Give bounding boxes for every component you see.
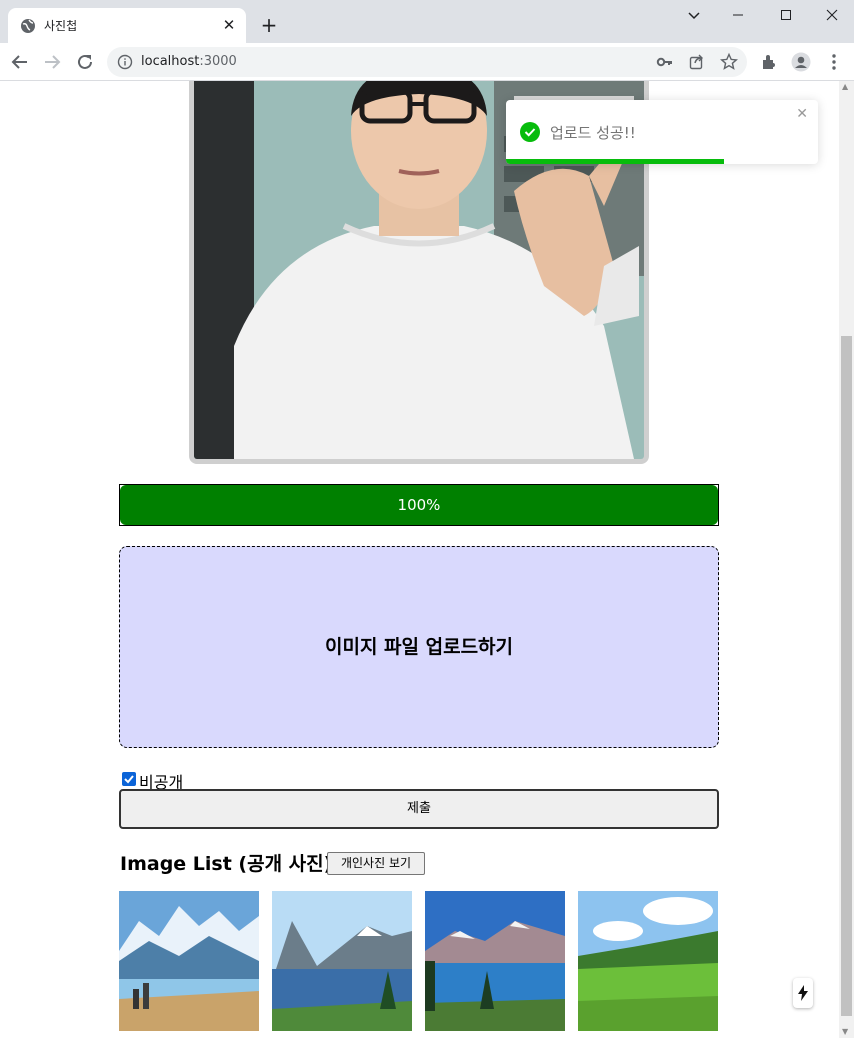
share-icon[interactable]: [687, 52, 707, 72]
back-icon[interactable]: [8, 50, 32, 74]
star-icon[interactable]: [719, 52, 739, 72]
info-icon[interactable]: [117, 54, 133, 70]
file-dropzone[interactable]: 이미지 파일 업로드하기: [119, 546, 719, 748]
lightning-icon[interactable]: [793, 978, 813, 1008]
scroll-up-arrow[interactable]: ▲: [842, 82, 848, 91]
toast-timer-bar: [506, 159, 725, 164]
submit-button[interactable]: 제출: [119, 789, 719, 829]
url-host: localhost: [141, 54, 200, 69]
window-close-icon[interactable]: [812, 3, 852, 29]
page-viewport: 100% 이미지 파일 업로드하기 비공개 제출 Image List (공개 …: [0, 81, 854, 1038]
image-thumbnail[interactable]: [119, 891, 259, 1031]
dropzone-label: 이미지 파일 업로드하기: [324, 636, 514, 658]
upload-progress-bar: 100%: [119, 484, 719, 526]
globe-icon: [20, 18, 36, 34]
browser-window: 사진첩 ✕ + localhost:3000 100% 이미지 파일 업로드하기…: [0, 0, 854, 1038]
success-toast: 업로드 성공!! ✕: [506, 100, 818, 164]
tab-active[interactable]: 사진첩 ✕: [8, 8, 246, 43]
plus-icon[interactable]: +: [258, 14, 280, 36]
tab-strip: 사진첩 ✕ +: [0, 0, 854, 43]
toast-close-icon[interactable]: ✕: [796, 106, 808, 122]
scroll-down-arrow[interactable]: ▼: [842, 1027, 848, 1036]
image-thumbnail[interactable]: [272, 891, 412, 1031]
private-checkbox[interactable]: [122, 772, 136, 786]
toolbar: localhost:3000: [0, 43, 854, 81]
chevron-down-icon[interactable]: [684, 6, 704, 26]
page-scrollbar[interactable]: ▲ ▼: [839, 81, 854, 1038]
minimize-icon[interactable]: [718, 3, 758, 29]
image-thumbnail[interactable]: [578, 891, 718, 1031]
extensions-icon[interactable]: [757, 50, 781, 74]
tab-title: 사진첩: [44, 19, 78, 33]
url-port: :3000: [199, 54, 237, 69]
progress-label: 100%: [397, 496, 441, 514]
menu-icon[interactable]: [822, 50, 846, 74]
key-icon[interactable]: [655, 52, 675, 72]
scroll-thumb[interactable]: [841, 336, 852, 1016]
image-thumbnail[interactable]: [425, 891, 565, 1031]
toast-message: 업로드 성공!!: [550, 124, 636, 142]
address-bar[interactable]: localhost:3000: [107, 47, 747, 77]
maximize-icon[interactable]: [766, 3, 806, 29]
close-icon[interactable]: ✕: [220, 16, 238, 34]
image-list-title: Image List (공개 사진): [120, 853, 333, 875]
url-text: localhost:3000: [141, 54, 237, 69]
profile-icon[interactable]: [789, 50, 813, 74]
check-circle-icon: [520, 122, 540, 142]
reload-icon[interactable]: [73, 50, 97, 74]
forward-icon[interactable]: [40, 50, 64, 74]
view-private-photos-button[interactable]: 개인사진 보기: [327, 852, 425, 875]
